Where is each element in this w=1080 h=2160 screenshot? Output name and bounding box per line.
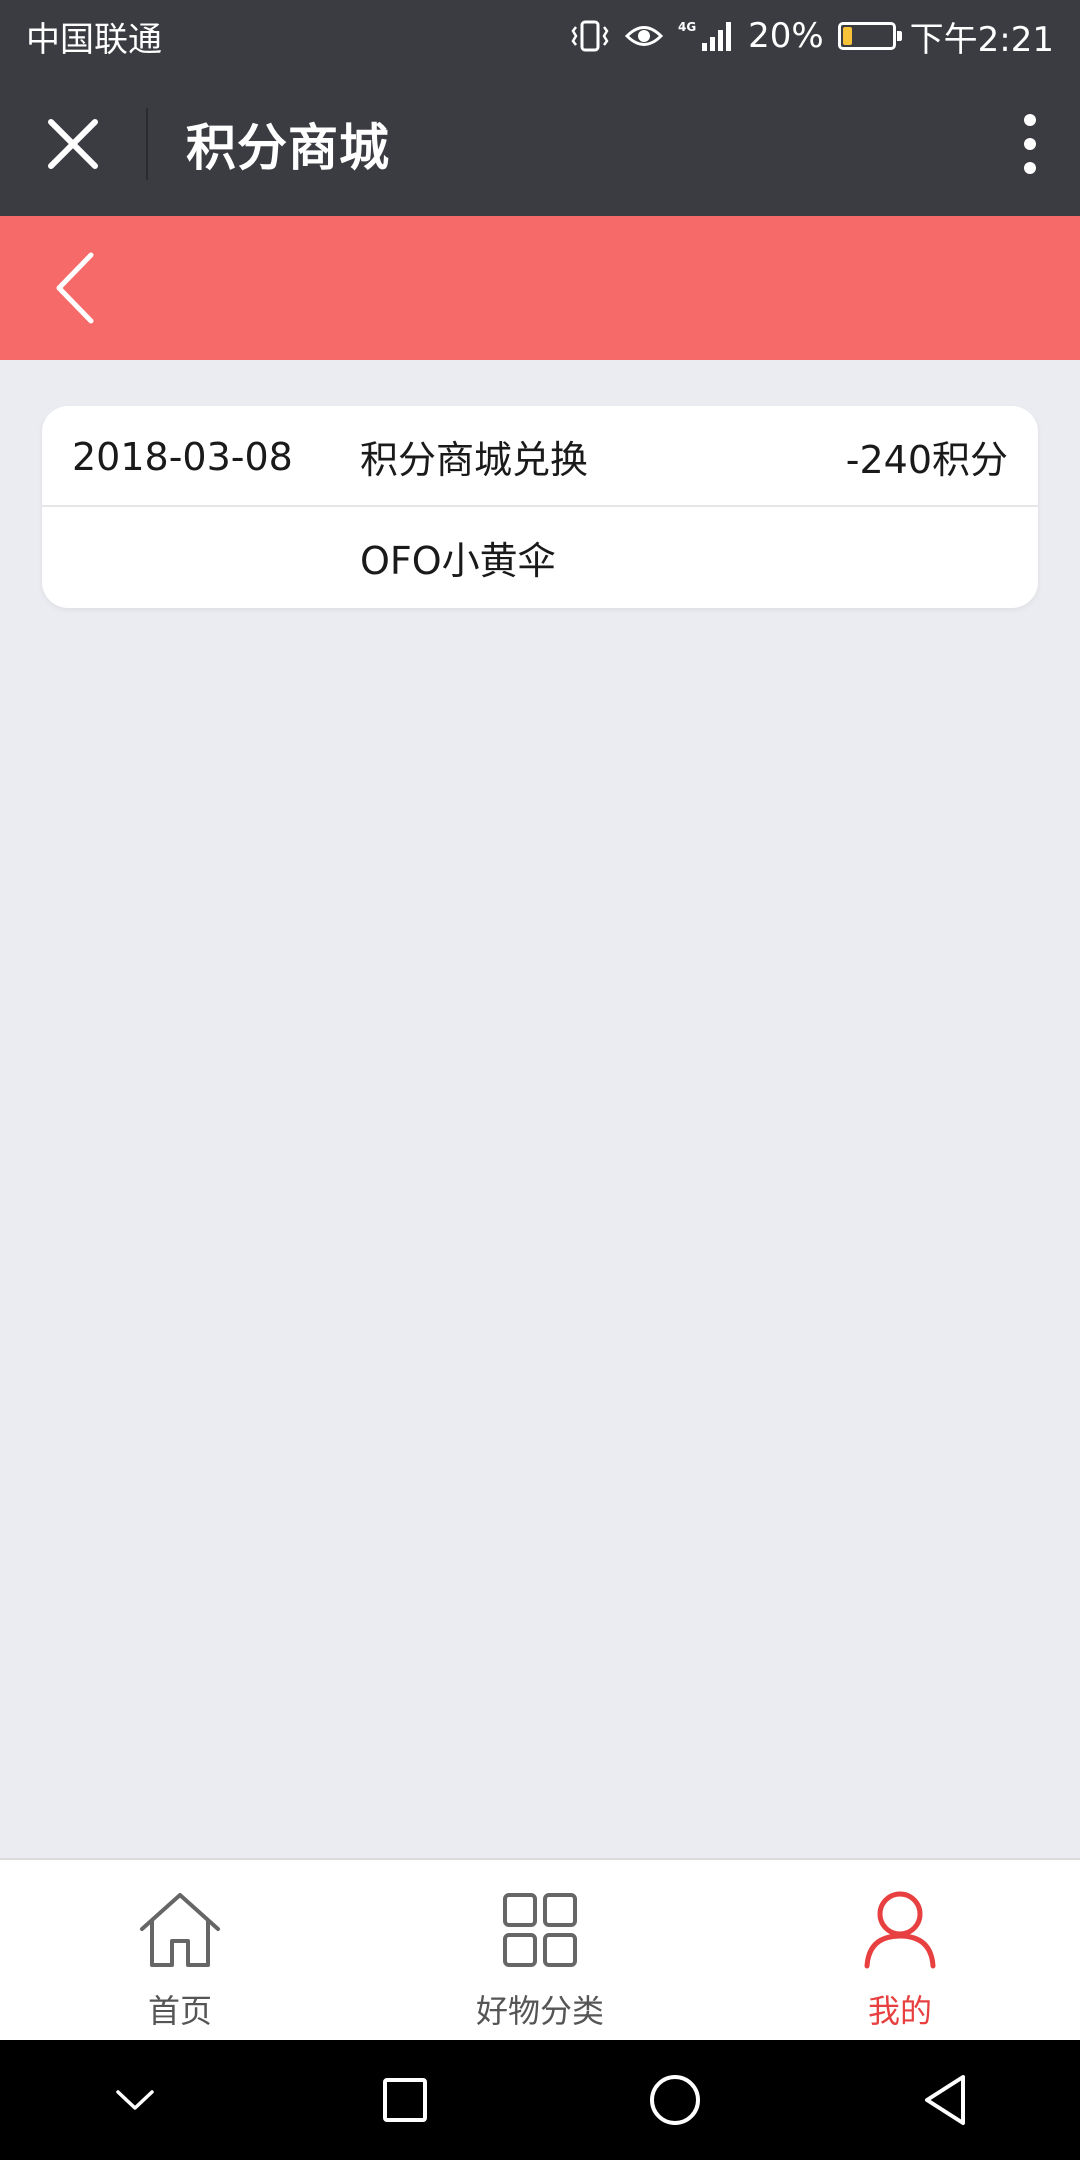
eye-icon [624,21,664,51]
home-icon [135,1888,225,1972]
vibrate-icon [570,19,610,53]
chevron-left-icon [56,252,94,324]
nav-item-categories[interactable]: 好物分类 [360,1860,720,2040]
battery-icon [837,22,902,50]
record-points: -240积分 [845,438,1008,482]
points-record-card: 2018-03-08 积分商城兑换 -240积分 OFO小黄伞 [42,406,1038,608]
record-summary-row: 2018-03-08 积分商城兑换 -240积分 [42,406,1038,507]
circle-icon [650,2075,700,2125]
battery-level [842,27,853,45]
system-nav-bar [0,2040,1080,2160]
title-bar: 积分商城 [0,72,1080,216]
home-system-button[interactable] [635,2060,715,2140]
square-icon [383,2078,427,2122]
nav-item-home[interactable]: 首页 [0,1860,360,2040]
record-item: OFO小黄伞 [360,539,556,583]
nav-label-home: 首页 [147,1992,212,2030]
back-system-button[interactable] [905,2060,985,2140]
carrier-label: 中国联通 [26,19,162,60]
nav-label-categories: 好物分类 [475,1992,604,2030]
battery-percent: 20% [748,16,824,56]
more-vertical-icon [1024,114,1036,174]
user-icon [855,1888,945,1972]
back-triangle-icon [925,2075,965,2125]
nav-item-mine[interactable]: 我的 [720,1860,1080,2040]
recents-button[interactable] [365,2060,445,2140]
nav-label-mine: 我的 [867,1992,932,2030]
status-bar: 中国联通 4G 20% 下午2:21 [0,0,1080,72]
status-icons: 4G 20% 下午2:21 [570,12,1054,61]
record-type: 积分商城兑换 [360,438,589,482]
bottom-nav: 首页 好物分类 我的 [0,1858,1080,2040]
network-label: 4G [678,20,696,34]
hide-nav-button[interactable] [95,2060,175,2140]
close-button[interactable] [0,72,146,216]
back-button[interactable] [40,246,110,330]
page-title: 积分商城 [186,119,390,177]
page-header [0,216,1080,360]
chevron-down-icon [116,2090,154,2110]
record-date: 2018-03-08 [72,434,293,479]
grid-icon [495,1888,585,1972]
clock-label: 下午2:21 [909,19,1054,60]
more-button[interactable] [980,72,1080,216]
close-icon [48,119,98,169]
title-divider [146,108,148,180]
record-detail-row: OFO小黄伞 [42,507,1038,608]
signal-icon: 4G [678,19,734,53]
